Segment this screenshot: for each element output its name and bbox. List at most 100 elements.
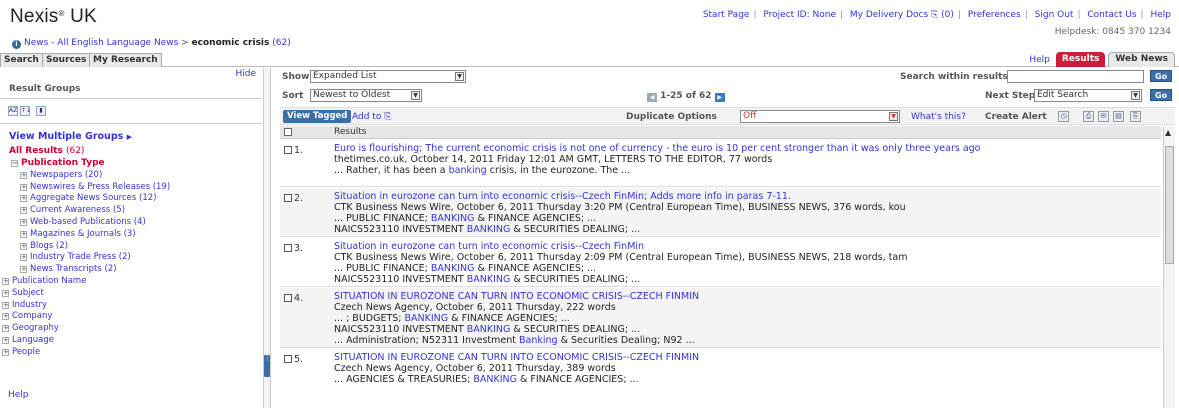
group-publication-name[interactable]: + Publication Name [0, 276, 262, 288]
collapse-icon[interactable]: − [11, 160, 18, 167]
sidebar-help-link[interactable]: Help [8, 390, 29, 400]
select-all-checkbox[interactable] [284, 128, 292, 136]
start-page-link[interactable]: Start Page [703, 10, 750, 20]
expand-icon[interactable]: + [2, 277, 9, 285]
pub-item-magazines[interactable]: + Magazines & Journals (3) [0, 229, 262, 241]
search-within-input[interactable] [1007, 70, 1144, 83]
tab-results[interactable]: Results [1055, 52, 1106, 67]
hide-sidebar-link[interactable]: Hide [235, 69, 256, 79]
pager-range: 1-25 of 62 [660, 91, 712, 101]
sort-count-icon[interactable]: ↑↓ [20, 106, 31, 116]
pub-item-current-awareness[interactable]: + Current Awareness (5) [0, 205, 262, 217]
expand-icon[interactable]: + [2, 348, 9, 356]
add-to-link[interactable]: Add to ⎘ [352, 112, 391, 122]
group-subject[interactable]: + Subject [0, 288, 262, 300]
group-language[interactable]: + Language [0, 335, 262, 347]
result-title-link[interactable]: SITUATION IN EUROZONE CAN TURN INTO ECON… [334, 352, 1157, 363]
results-scrollbar[interactable]: ▲ [1163, 126, 1175, 408]
expand-icon[interactable]: + [20, 230, 27, 238]
chart-view-icon[interactable]: ▮ [36, 106, 46, 116]
group-industry[interactable]: + Industry [0, 300, 262, 312]
expand-icon[interactable]: + [2, 301, 9, 309]
delivery-docs-icon: ⎘ [931, 10, 939, 20]
tab-help[interactable]: Help [1023, 54, 1056, 67]
alert-clock-icon[interactable]: ◷ [1058, 111, 1069, 122]
expand-icon[interactable]: + [2, 325, 9, 333]
search-within-go-button[interactable]: Go [1150, 70, 1173, 82]
result-checkbox[interactable] [284, 294, 292, 302]
print-icon[interactable]: ⎙ [1083, 111, 1094, 122]
tab-bar: Search Sources My Research Help Results … [0, 52, 1179, 67]
tab-web-news[interactable]: Web News [1108, 52, 1175, 67]
expand-icon[interactable]: + [2, 336, 9, 344]
view-tagged-button[interactable]: View Tagged [283, 110, 352, 123]
all-results-link[interactable]: All Results (62) [9, 146, 84, 156]
show-select[interactable]: Expanded List ▼ [310, 70, 466, 83]
next-page-icon[interactable]: ▶ [714, 93, 725, 102]
expand-icon[interactable]: + [20, 254, 27, 262]
expand-icon[interactable]: + [2, 289, 9, 297]
result-checkbox[interactable] [284, 355, 292, 363]
create-alert-link[interactable]: Create Alert [985, 112, 1047, 122]
result-title-link[interactable]: Situation in eurozone can turn into econ… [334, 241, 1157, 252]
expand-icon[interactable]: + [20, 266, 27, 274]
nexis-logo[interactable]: Nexis® UK [10, 6, 97, 28]
expand-icon[interactable]: + [20, 207, 27, 215]
pub-item-aggregate[interactable]: + Aggregate News Sources (12) [0, 193, 262, 205]
result-checkbox[interactable] [284, 244, 292, 252]
expand-icon[interactable]: + [20, 242, 27, 250]
result-title-link[interactable]: SITUATION IN EUROZONE CAN TURN INTO ECON… [334, 291, 1157, 302]
sign-out-link[interactable]: Sign Out [1035, 10, 1074, 20]
email-icon[interactable]: ✉ [1098, 111, 1109, 122]
prev-page-icon[interactable]: ◀ [647, 93, 657, 102]
next-steps-go-button[interactable]: Go [1150, 89, 1173, 101]
pub-item-news-transcripts[interactable]: + News Transcripts (2) [0, 264, 262, 276]
sort-alpha-icon[interactable]: AZ [8, 106, 18, 116]
pub-item-blogs[interactable]: + Blogs (2) [0, 241, 262, 253]
scrollbar-thumb[interactable] [1165, 146, 1174, 264]
delivery-docs-count[interactable]: (0) [941, 10, 954, 20]
expand-icon[interactable]: + [20, 195, 27, 203]
next-steps-select[interactable]: Edit Search ▼ [1034, 89, 1142, 102]
sidebar-splitter[interactable]: ⋮ [263, 68, 271, 408]
top-navigation: Start Page | Project ID: None | My Deliver… [702, 10, 1171, 20]
result-checkbox[interactable] [284, 146, 292, 154]
group-company[interactable]: + Company [0, 311, 262, 323]
group-geography[interactable]: + Geography [0, 323, 262, 335]
dropdown-arrow-icon: ▼ [455, 72, 464, 81]
expand-icon[interactable]: + [2, 313, 9, 321]
pub-item-web-based[interactable]: + Web-based Publications (4) [0, 217, 262, 229]
fax-icon[interactable]: ⎘ [1130, 111, 1141, 122]
expand-icon[interactable]: + [20, 183, 27, 191]
group-people[interactable]: + People [0, 347, 262, 359]
sort-select[interactable]: Newest to Oldest ▼ [310, 89, 422, 102]
pub-item-newswires[interactable]: + Newswires & Press Releases (19) [0, 182, 262, 194]
group-sort-icons: AZ ↑↓ ▮ [8, 106, 46, 116]
view-multiple-groups-link[interactable]: View Multiple Groups ▶ [9, 131, 132, 142]
results-header-label: Results [334, 127, 367, 137]
expand-icon[interactable]: + [20, 218, 27, 226]
help-link[interactable]: Help [1150, 10, 1171, 20]
whats-this-link[interactable]: What's this? [911, 112, 966, 122]
tab-my-research[interactable]: My Research [89, 53, 162, 67]
duplicate-options-select[interactable]: Off ▼ [740, 110, 900, 123]
info-icon[interactable]: i [12, 40, 21, 49]
result-title-link[interactable]: Situation in eurozone can turn into econ… [334, 191, 1157, 202]
result-title-link[interactable]: Euro is flourishing; The current economi… [334, 143, 1157, 154]
tab-sources[interactable]: Sources [42, 53, 91, 67]
pub-item-industry-trade[interactable]: + Industry Trade Press (2) [0, 252, 262, 264]
contact-us-link[interactable]: Contact Us [1087, 10, 1136, 20]
result-meta: thetimes.co.uk, October 14, 2011 Friday … [334, 154, 773, 165]
project-id-link[interactable]: Project ID: None [763, 10, 836, 20]
breadcrumb-source-link[interactable]: News - All English Language News [24, 38, 178, 48]
download-icon[interactable]: ▤ [1113, 111, 1124, 122]
preferences-link[interactable]: Preferences [968, 10, 1021, 20]
pub-item-newspapers[interactable]: + Newspapers (20) [0, 170, 262, 182]
tab-search[interactable]: Search [0, 53, 43, 67]
splitter-grip-icon[interactable]: ⋮ [264, 355, 271, 377]
scroll-up-icon[interactable]: ▲ [1165, 128, 1171, 137]
my-delivery-docs-link[interactable]: My Delivery Docs [850, 10, 928, 20]
group-publication-type[interactable]: − Publication Type [0, 158, 262, 170]
expand-icon[interactable]: + [20, 171, 27, 179]
result-checkbox[interactable] [284, 194, 292, 202]
